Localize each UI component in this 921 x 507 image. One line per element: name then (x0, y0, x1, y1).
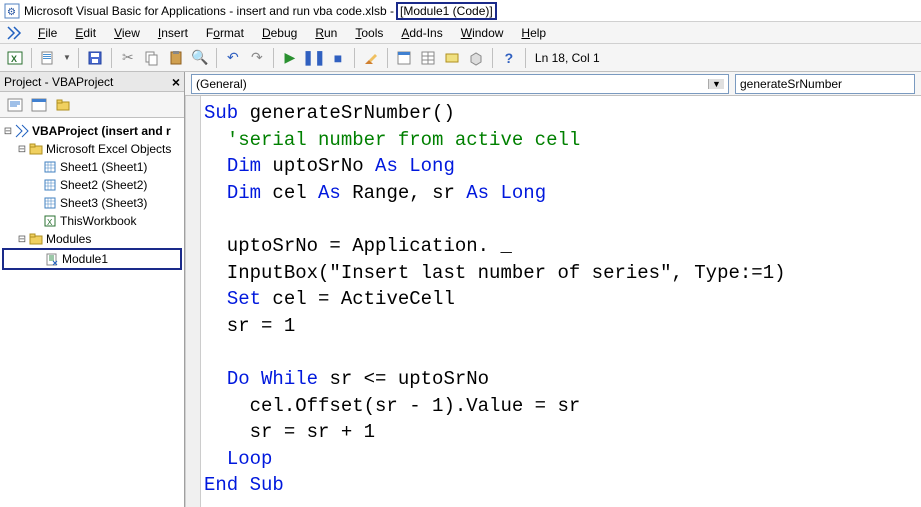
expander-icon[interactable]: ⊟ (16, 234, 28, 245)
menu-edit[interactable]: Edit (67, 24, 104, 42)
svg-text:⚙: ⚙ (7, 7, 16, 18)
folder-icon (28, 231, 44, 247)
code-line[interactable]: InputBox("Insert last number of series",… (204, 260, 921, 287)
toolbox-button[interactable] (465, 47, 487, 69)
properties-button[interactable] (417, 47, 439, 69)
expander-icon[interactable]: ⊟ (2, 126, 14, 137)
paste-button[interactable] (165, 47, 187, 69)
run-button[interactable]: ▶ (279, 47, 301, 69)
view-excel-button[interactable]: X (4, 47, 26, 69)
title-bar: ⚙ Microsoft Visual Basic for Application… (0, 0, 921, 22)
insert-dropdown[interactable]: ▼ (61, 53, 73, 62)
menu-format[interactable]: Format (198, 24, 252, 42)
code-line[interactable]: Dim uptoSrNo As Long (204, 153, 921, 180)
project-explorer-button[interactable] (393, 47, 415, 69)
project-tree: ⊟ VBAProject (insert and r ⊟ Microsoft E… (0, 118, 184, 507)
project-panel-title: Project - VBAProject × (0, 72, 184, 92)
tree-sheet1[interactable]: Sheet1 (Sheet1) (2, 158, 182, 176)
vba-icon (6, 25, 22, 41)
insert-module-button[interactable] (37, 47, 59, 69)
tree-label: VBAProject (insert and r (32, 124, 171, 138)
menu-insert[interactable]: Insert (150, 24, 196, 42)
module-icon (44, 251, 60, 267)
project-explorer: Project - VBAProject × ⊟ VBAProject (ins… (0, 72, 185, 507)
code-line[interactable]: Dim cel As Range, sr As Long (204, 180, 921, 207)
procedure-dropdown[interactable]: generateSrNumber (735, 74, 915, 94)
reset-button[interactable]: ■ (327, 47, 349, 69)
code-line[interactable]: Do While sr <= uptoSrNo (204, 366, 921, 393)
undo-button[interactable]: ↶ (222, 47, 244, 69)
menu-window[interactable]: Window (453, 24, 512, 42)
code-area: (General) ▼ generateSrNumber Sub generat… (185, 72, 921, 507)
tree-label: ThisWorkbook (60, 214, 136, 228)
tree-modules[interactable]: ⊟ Modules (2, 230, 182, 248)
app-icon: ⚙ (4, 3, 20, 19)
code-line[interactable]: Loop (204, 446, 921, 473)
view-object-button[interactable] (28, 94, 50, 116)
view-code-button[interactable] (4, 94, 26, 116)
menu-bar: File Edit View Insert Format Debug Run T… (0, 22, 921, 44)
folder-icon (28, 141, 44, 157)
title-text: Microsoft Visual Basic for Applications … (24, 4, 394, 18)
menu-file[interactable]: File (30, 24, 65, 42)
tree-label: Modules (46, 232, 91, 246)
sheet-icon (42, 195, 58, 211)
code-line[interactable]: Set cel = ActiveCell (204, 286, 921, 313)
break-button[interactable]: ❚❚ (303, 47, 325, 69)
menu-addins[interactable]: Add-Ins (393, 24, 450, 42)
tree-label: Sheet2 (Sheet2) (60, 178, 147, 192)
find-button[interactable]: 🔍 (189, 47, 211, 69)
sheet-icon (42, 159, 58, 175)
toggle-folders-button[interactable] (52, 94, 74, 116)
dropdown-value: generateSrNumber (740, 77, 842, 91)
code-line[interactable]: End Sub (204, 472, 921, 499)
code-dropdown-bar: (General) ▼ generateSrNumber (185, 72, 921, 96)
tree-label: Sheet3 (Sheet3) (60, 196, 147, 210)
workbook-icon: X (42, 213, 58, 229)
chevron-down-icon: ▼ (708, 79, 724, 89)
code-line[interactable]: sr = 1 (204, 313, 921, 340)
tree-label: Sheet1 (Sheet1) (60, 160, 147, 174)
sheet-icon (42, 177, 58, 193)
cursor-position: Ln 18, Col 1 (535, 51, 600, 65)
code-line[interactable] (204, 339, 921, 366)
svg-text:X: X (47, 218, 53, 227)
title-module-highlight: [Module1 (Code)] (396, 2, 497, 20)
project-toolbar (0, 92, 184, 118)
menu-help[interactable]: Help (513, 24, 554, 42)
object-dropdown[interactable]: (General) ▼ (191, 74, 729, 94)
menu-tools[interactable]: Tools (347, 24, 391, 42)
tree-label: Module1 (62, 252, 108, 266)
code-line[interactable]: sr = sr + 1 (204, 419, 921, 446)
object-browser-button[interactable] (441, 47, 463, 69)
tree-thisworkbook[interactable]: X ThisWorkbook (2, 212, 182, 230)
tree-excel-objects[interactable]: ⊟ Microsoft Excel Objects (2, 140, 182, 158)
menu-run[interactable]: Run (307, 24, 345, 42)
tree-module1[interactable]: Module1 (2, 248, 182, 270)
tree-sheet3[interactable]: Sheet3 (Sheet3) (2, 194, 182, 212)
close-panel-button[interactable]: × (172, 74, 180, 90)
menu-view[interactable]: View (106, 24, 148, 42)
code-editor[interactable]: Sub generateSrNumber() 'serial number fr… (185, 96, 921, 507)
help-button[interactable]: ? (498, 47, 520, 69)
toolbar: X ▼ ✂ 🔍 ↶ ↷ ▶ ❚❚ ■ ? Ln 18, Col 1 (0, 44, 921, 72)
tree-sheet2[interactable]: Sheet2 (Sheet2) (2, 176, 182, 194)
expander-icon[interactable]: ⊟ (16, 144, 28, 155)
design-mode-button[interactable] (360, 47, 382, 69)
code-line[interactable]: Sub generateSrNumber() (204, 100, 921, 127)
redo-button[interactable]: ↷ (246, 47, 268, 69)
save-button[interactable] (84, 47, 106, 69)
dropdown-value: (General) (196, 77, 247, 91)
code-line[interactable]: 'serial number from active cell (204, 127, 921, 154)
cut-button[interactable]: ✂ (117, 47, 139, 69)
code-line[interactable]: cel.Offset(sr - 1).Value = sr (204, 393, 921, 420)
project-icon (14, 123, 30, 139)
tree-label: Microsoft Excel Objects (46, 142, 171, 156)
code-line[interactable]: uptoSrNo = Application. _ (204, 233, 921, 260)
copy-button[interactable] (141, 47, 163, 69)
tree-root[interactable]: ⊟ VBAProject (insert and r (2, 122, 182, 140)
code-line[interactable] (204, 206, 921, 233)
menu-debug[interactable]: Debug (254, 24, 305, 42)
svg-text:X: X (11, 54, 17, 64)
